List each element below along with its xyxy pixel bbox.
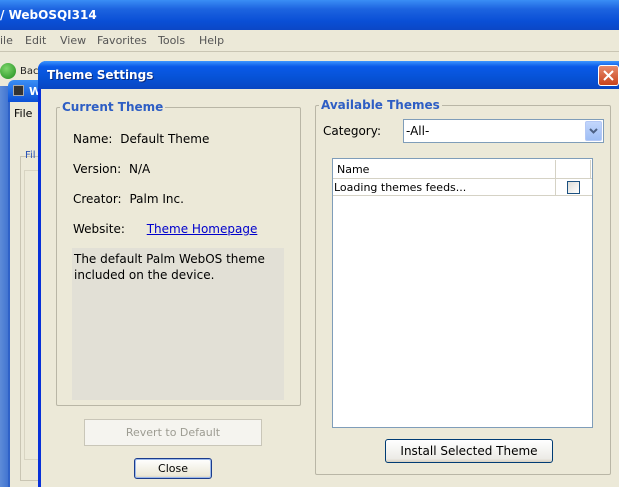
column-divider	[555, 179, 556, 196]
theme-settings-dialog: Theme Settings Current Theme Name: Defau…	[38, 61, 619, 487]
website-row: Website: Theme Homepage	[73, 222, 257, 236]
current-theme-group: Current Theme Name: Default Theme Versio…	[56, 100, 301, 406]
table-header: Name	[333, 159, 592, 179]
install-selected-theme-button[interactable]: Install Selected Theme	[385, 439, 553, 463]
theme-homepage-link[interactable]: Theme Homepage	[147, 222, 258, 236]
name-value: Default Theme	[120, 132, 210, 146]
version-row: Version: N/A	[73, 162, 150, 176]
background-window-title: / WebOSQI314	[0, 8, 97, 22]
website-label: Website:	[73, 222, 125, 236]
menu-edit[interactable]: Edit	[25, 34, 46, 47]
close-button[interactable]: Close	[134, 458, 212, 479]
dialog-titlebar[interactable]: Theme Settings	[38, 61, 619, 89]
version-value: N/A	[129, 162, 151, 176]
category-label: Category:	[323, 124, 381, 138]
menu-file[interactable]: ile	[0, 34, 13, 47]
theme-row-name: Loading themes feeds...	[334, 181, 467, 194]
close-x-icon[interactable]	[598, 65, 619, 86]
dialog-title: Theme Settings	[47, 68, 154, 82]
current-theme-legend: Current Theme	[60, 100, 166, 114]
available-themes-legend: Available Themes	[319, 98, 442, 112]
revert-to-default-button[interactable]: Revert to Default	[84, 419, 262, 446]
category-value: -All-	[406, 124, 430, 138]
creator-label: Creator:	[73, 192, 122, 206]
theme-description: The default Palm WebOS theme included on…	[72, 248, 284, 400]
back-button-label[interactable]: Bac	[20, 66, 39, 77]
child-menu-file[interactable]: File	[14, 107, 32, 120]
child-inner-frame	[24, 170, 38, 460]
back-arrow-icon[interactable]	[0, 63, 16, 79]
category-select[interactable]: -All-	[403, 119, 604, 143]
dropdown-arrow-icon[interactable]	[585, 121, 602, 141]
menu-view[interactable]: View	[60, 34, 86, 47]
name-label: Name:	[73, 132, 113, 146]
table-row[interactable]: Loading themes feeds...	[333, 179, 592, 196]
column-divider	[590, 160, 591, 178]
column-header-name[interactable]: Name	[337, 163, 369, 176]
creator-value: Palm Inc.	[129, 192, 184, 206]
background-menubar: ile Edit View Favorites Tools Help	[0, 30, 619, 52]
available-themes-group: Available Themes Category: -All- Name Lo…	[315, 98, 611, 475]
menu-help[interactable]: Help	[199, 34, 224, 47]
creator-row: Creator: Palm Inc.	[73, 192, 184, 206]
child-group-label: Fil	[25, 150, 36, 161]
menu-favorites[interactable]: Favorites	[97, 34, 147, 47]
theme-row-checkbox[interactable]	[567, 181, 580, 194]
window-icon	[13, 85, 24, 96]
name-row: Name: Default Theme	[73, 132, 209, 146]
background-titlebar: / WebOSQI314	[0, 0, 619, 30]
menu-tools[interactable]: Tools	[158, 34, 185, 47]
version-label: Version:	[73, 162, 122, 176]
column-divider	[555, 160, 556, 178]
themes-table[interactable]: Name Loading themes feeds...	[332, 158, 593, 428]
